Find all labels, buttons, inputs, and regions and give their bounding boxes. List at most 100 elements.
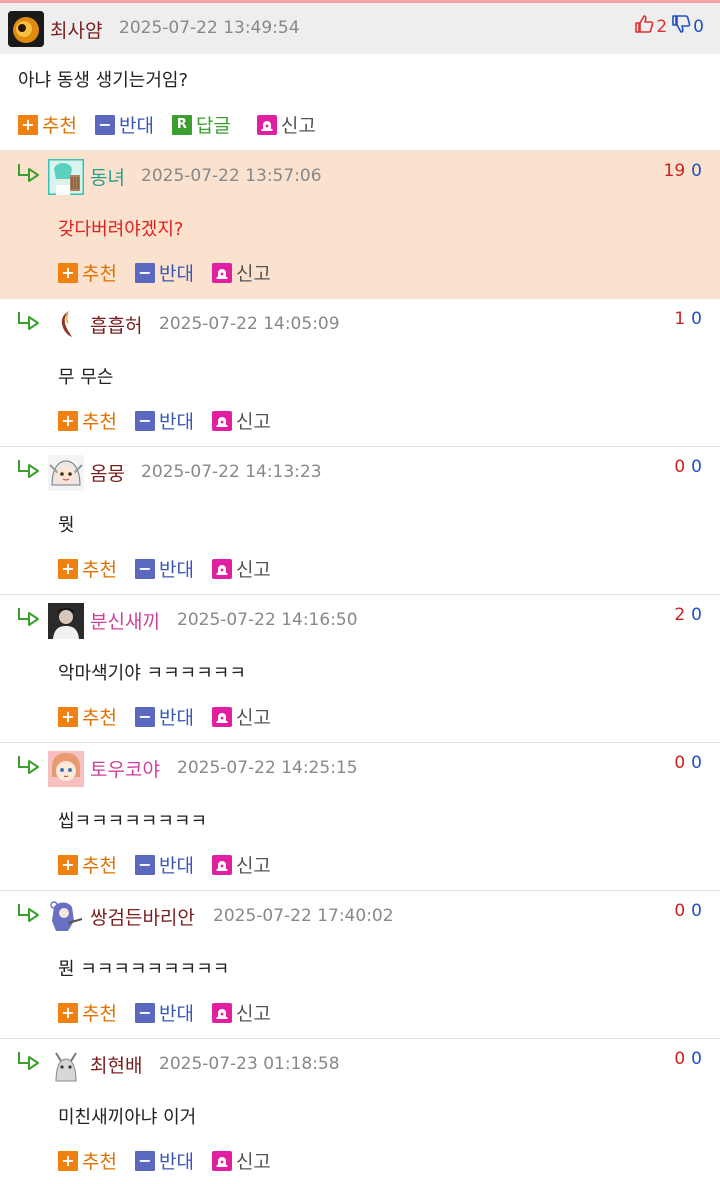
comment-upvote-button[interactable]: + 추천	[58, 851, 117, 878]
comment-report-button[interactable]: 신고	[211, 555, 271, 582]
reply-arrow-icon	[17, 459, 41, 479]
thumbs-down-icon[interactable]	[671, 15, 691, 38]
post-reply-button[interactable]: R 답글	[171, 111, 231, 138]
minus-icon: −	[134, 1150, 155, 1171]
comment-actions: + 추천 − 반대 신고	[58, 1147, 289, 1174]
comment-down-count: 0	[691, 901, 702, 921]
siren-icon	[211, 706, 232, 727]
commenter-avatar[interactable]	[48, 159, 84, 195]
reply-label: 답글	[195, 115, 231, 137]
comment-report-button[interactable]: 신고	[211, 851, 271, 878]
comment-vote-counts: 00	[674, 901, 702, 921]
comment-report-button[interactable]: 신고	[211, 1147, 271, 1174]
reply-arrow-icon	[17, 311, 41, 331]
commenter-avatar[interactable]	[48, 455, 84, 491]
reply-arrow-icon	[17, 1051, 41, 1071]
comment-upvote-button[interactable]: + 추천	[58, 259, 117, 286]
comment-downvote-button[interactable]: − 반대	[134, 851, 194, 878]
minus-icon: −	[94, 114, 115, 135]
comment-report-button[interactable]: 신고	[211, 259, 271, 286]
reply-arrow-icon	[17, 163, 41, 183]
comment-author[interactable]: 흡흡허	[90, 311, 142, 338]
plus-icon: +	[58, 854, 78, 875]
comment-vote-counts: 00	[674, 753, 702, 773]
commenter-avatar[interactable]	[48, 899, 84, 935]
comment-upvote-button[interactable]: + 추천	[58, 407, 117, 434]
post-header: 최사얌 2025-07-22 13:49:54 2 0	[0, 3, 720, 54]
post-report-button[interactable]: 신고	[256, 111, 316, 138]
comment-down-count: 0	[691, 309, 702, 329]
comment-actions: + 추천 − 반대 신고	[58, 703, 289, 730]
post-upvote-button[interactable]: + 추천	[18, 111, 77, 138]
comment-item: 동녀 2025-07-22 13:57:06 19 0 갖다버려야겠지? + 추천 − 반대 신고	[0, 150, 720, 298]
comment-item: 최현배 2025-07-23 01:18:58 0 0 미친새끼아냐 이거 + 추천 − 반대 신…	[0, 1038, 720, 1184]
comment-downvote-button[interactable]: − 반대	[134, 703, 194, 730]
comment-body: 갖다버려야겠지?	[58, 219, 184, 240]
post-vote-counts: 2 0	[634, 15, 704, 38]
commenter-avatar[interactable]	[48, 307, 84, 343]
comment-body: 무 무슨	[58, 367, 114, 388]
comment-author[interactable]: 동녀	[90, 163, 125, 190]
comment-report-button[interactable]: 신고	[211, 407, 271, 434]
minus-icon: −	[134, 1002, 155, 1023]
comment-up-count: 1	[674, 309, 686, 329]
comment-timestamp: 2025-07-22 17:40:02	[213, 906, 394, 926]
comment-timestamp: 2025-07-22 13:57:06	[141, 166, 322, 186]
siren-icon	[211, 558, 232, 579]
comment-upvote-button[interactable]: + 추천	[58, 1147, 117, 1174]
upvote-label: 추천	[42, 115, 77, 137]
commenter-avatar[interactable]	[48, 1047, 84, 1083]
comment-body: 미친새끼아냐 이거	[58, 1107, 197, 1128]
comment-down-count: 0	[691, 753, 702, 773]
comment-item: 옴뭉 2025-07-22 14:13:23 0 0 뭣 + 추천 − 반대 신고	[0, 446, 720, 594]
comment-up-count: 19	[663, 161, 686, 181]
siren-icon	[211, 1150, 232, 1171]
comment-downvote-button[interactable]: − 반대	[134, 1147, 194, 1174]
comment-item: 쌍검든바리안 2025-07-22 17:40:02 0 0 뭔 ㅋㅋㅋㅋㅋㅋㅋㅋㅋ + 추…	[0, 890, 720, 1038]
post-downvote-button[interactable]: − 반대	[94, 111, 154, 138]
post-author[interactable]: 최사얌	[50, 16, 102, 43]
comment-report-button[interactable]: 신고	[211, 703, 271, 730]
downvote-label: 반대	[158, 411, 194, 433]
comment-downvote-button[interactable]: − 반대	[134, 555, 194, 582]
comment-up-count: 0	[674, 753, 686, 773]
siren-icon	[256, 114, 277, 135]
reply-arrow-icon	[17, 903, 41, 923]
comment-actions: + 추천 − 반대 신고	[58, 407, 289, 434]
comment-down-count: 0	[691, 457, 702, 477]
downvote-label: 반대	[158, 707, 194, 729]
r-icon: R	[171, 114, 192, 135]
comment-downvote-button[interactable]: − 반대	[134, 999, 194, 1026]
minus-icon: −	[134, 558, 155, 579]
comment-author[interactable]: 옴뭉	[90, 459, 125, 486]
minus-icon: −	[134, 706, 155, 727]
comment-upvote-button[interactable]: + 추천	[58, 703, 117, 730]
comment-item: 흡흡허 2025-07-22 14:05:09 1 0 무 무슨 + 추천 − 반대 신고	[0, 298, 720, 446]
comment-author[interactable]: 쌍검든바리안	[90, 903, 195, 930]
report-label: 신고	[280, 115, 316, 137]
reply-arrow-icon	[17, 607, 41, 627]
plus-icon: +	[58, 706, 78, 727]
commenter-avatar[interactable]	[48, 751, 84, 787]
comment-downvote-button[interactable]: − 반대	[134, 259, 194, 286]
comment-author[interactable]: 분신새끼	[90, 607, 160, 634]
comment-report-button[interactable]: 신고	[211, 999, 271, 1026]
author-avatar[interactable]	[8, 11, 44, 47]
comment-upvote-button[interactable]: + 추천	[58, 555, 117, 582]
comment-vote-counts: 10	[674, 309, 702, 329]
comment-up-count: 2	[674, 605, 686, 625]
plus-icon: +	[58, 410, 78, 431]
downvote-label: 반대	[158, 263, 194, 285]
comment-body: 뭣	[58, 515, 75, 536]
thumbs-up-icon[interactable]	[634, 15, 654, 38]
siren-icon	[211, 410, 232, 431]
post-timestamp: 2025-07-22 13:49:54	[119, 18, 300, 38]
comment-upvote-button[interactable]: + 추천	[58, 999, 117, 1026]
upvote-label: 추천	[82, 1151, 117, 1173]
comment-downvote-button[interactable]: − 반대	[134, 407, 194, 434]
comment-author[interactable]: 토우코야	[90, 755, 160, 782]
post-body: 아냐 동생 생기는거임?	[18, 70, 189, 91]
comment-body: 뭔 ㅋㅋㅋㅋㅋㅋㅋㅋㅋ	[58, 959, 230, 980]
comment-author[interactable]: 최현배	[90, 1051, 142, 1078]
commenter-avatar[interactable]	[48, 603, 84, 639]
